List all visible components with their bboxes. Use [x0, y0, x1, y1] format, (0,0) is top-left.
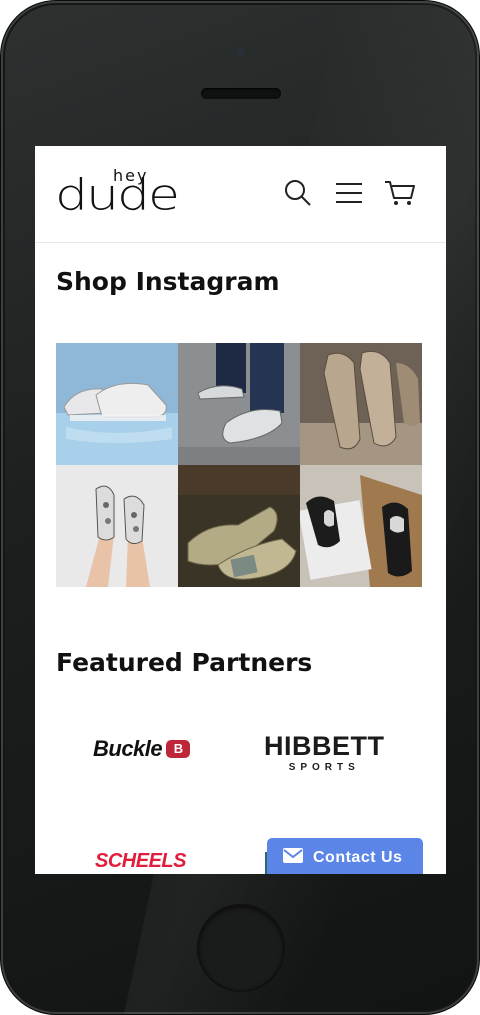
- logo-big-text: dude: [55, 170, 180, 220]
- instagram-tile-patterned-shoes-feet[interactable]: [56, 465, 178, 587]
- envelope-icon: [283, 848, 303, 868]
- buckle-logo[interactable]: Buckle B: [93, 736, 191, 762]
- search-icon[interactable]: [283, 178, 313, 208]
- shop-instagram-heading: Shop Instagram: [56, 267, 280, 296]
- instagram-tile-olive-sneakers[interactable]: [178, 465, 300, 587]
- buckle-mark: B: [166, 740, 191, 758]
- phone-frame: hey dude Shop Instagram Featured Partner…: [0, 0, 480, 1015]
- contact-us-label: Contact Us: [313, 849, 403, 866]
- instagram-grid: [56, 343, 422, 587]
- buckle-text: Buckle: [93, 736, 163, 761]
- contact-us-button[interactable]: Contact Us: [267, 838, 423, 874]
- instagram-tile-black-shoes-box[interactable]: [300, 465, 422, 587]
- cart-icon[interactable]: [384, 178, 415, 208]
- featured-partners-heading: Featured Partners: [56, 648, 313, 677]
- hey-dude-logo[interactable]: hey dude: [55, 166, 187, 220]
- hibbett-sports-text: SPORTS: [288, 762, 360, 773]
- site-header: hey dude: [35, 146, 446, 243]
- instagram-tile-white-shoes-water[interactable]: [56, 343, 178, 465]
- scheels-logo[interactable]: SCHEELS: [95, 850, 186, 873]
- hibbett-sports-logo[interactable]: HIBBETT SPORTS: [264, 732, 385, 773]
- earpiece-speaker: [201, 88, 281, 99]
- hibbett-text: HIBBETT: [264, 731, 385, 761]
- instagram-tile-grey-shoes-jeans[interactable]: [178, 343, 300, 465]
- screen: hey dude Shop Instagram Featured Partner…: [35, 146, 446, 874]
- scheels-text: SCHEELS: [95, 850, 186, 872]
- instagram-tile-tan-shoes[interactable]: [300, 343, 422, 465]
- home-button[interactable]: [197, 904, 285, 992]
- front-camera: [237, 48, 244, 55]
- menu-icon[interactable]: [334, 178, 364, 208]
